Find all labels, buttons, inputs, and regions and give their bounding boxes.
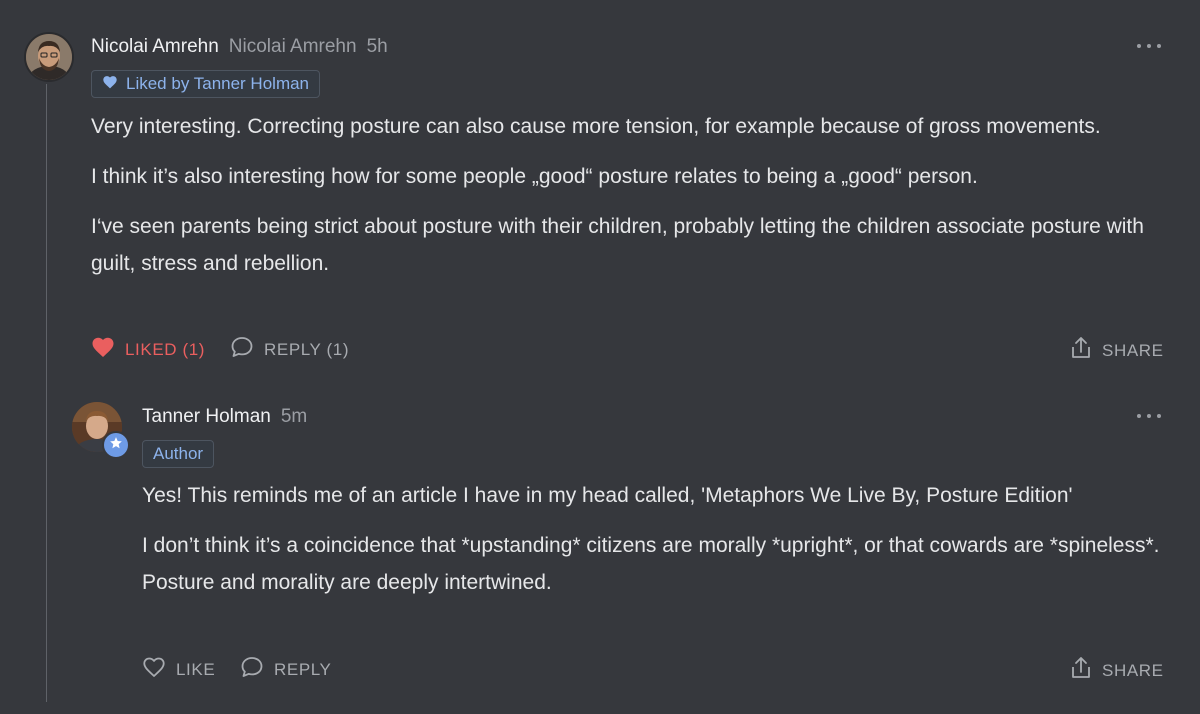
dot-icon xyxy=(1147,44,1151,48)
dot-icon xyxy=(1137,414,1141,418)
avatar[interactable] xyxy=(24,32,74,82)
dot-icon xyxy=(1157,414,1161,418)
share-label: SHARE xyxy=(1102,340,1164,360)
share-icon xyxy=(1070,336,1092,365)
author-star-badge xyxy=(102,431,130,459)
like-button[interactable]: LIKED (1) xyxy=(91,336,205,363)
more-options-button[interactable] xyxy=(1137,412,1161,420)
liked-by-badge: Liked by Tanner Holman xyxy=(91,70,321,98)
speech-bubble-icon xyxy=(230,336,254,363)
share-button[interactable]: SHARE xyxy=(1070,336,1164,365)
author-badge-label: Author xyxy=(153,444,204,463)
author-handle[interactable]: Nicolai Amrehn xyxy=(229,36,357,58)
reply-paragraph: I don’t think it’s a coincidence that *u… xyxy=(142,534,1160,594)
author-name[interactable]: Nicolai Amrehn xyxy=(91,36,219,58)
speech-bubble-icon xyxy=(240,656,264,683)
timestamp[interactable]: 5h xyxy=(367,36,388,58)
thread-line xyxy=(46,84,47,702)
reply-label: REPLY xyxy=(274,659,332,679)
reply-paragraph: Yes! This reminds me of an article I hav… xyxy=(142,484,1073,507)
comment-paragraph: I think it’s also interesting how for so… xyxy=(91,165,978,188)
reply-body: Yes! This reminds me of an article I hav… xyxy=(142,477,1182,614)
author-name[interactable]: Tanner Holman xyxy=(142,406,271,428)
star-icon xyxy=(109,436,123,455)
like-button[interactable]: LIKE xyxy=(142,656,215,683)
share-button[interactable]: SHARE xyxy=(1070,656,1164,685)
reply-button[interactable]: REPLY xyxy=(240,656,332,683)
heart-filled-icon xyxy=(91,336,115,363)
dot-icon xyxy=(1137,44,1141,48)
comment-header: Nicolai Amrehn Nicolai Amrehn 5h xyxy=(91,36,388,58)
reply-button[interactable]: REPLY (1) xyxy=(230,336,349,363)
timestamp[interactable]: 5m xyxy=(281,406,307,428)
more-options-button[interactable] xyxy=(1137,42,1161,50)
reply-label: REPLY (1) xyxy=(264,339,350,359)
share-label: SHARE xyxy=(1102,660,1164,680)
like-label: LIKE xyxy=(176,659,216,679)
dot-icon xyxy=(1147,414,1151,418)
dot-icon xyxy=(1157,44,1161,48)
comment-paragraph: I‘ve seen parents being strict about pos… xyxy=(91,215,1144,275)
heart-icon xyxy=(102,74,118,94)
comment-paragraph: Very interesting. Correcting posture can… xyxy=(91,115,1101,138)
reply-header: Tanner Holman 5m xyxy=(142,406,307,428)
comment-body: Very interesting. Correcting posture can… xyxy=(91,108,1171,295)
heart-outline-icon xyxy=(142,656,166,683)
author-badge: Author xyxy=(142,440,215,468)
share-icon xyxy=(1070,656,1092,685)
like-label: LIKED (1) xyxy=(125,339,206,359)
liked-by-label: Liked by Tanner Holman xyxy=(126,74,310,93)
